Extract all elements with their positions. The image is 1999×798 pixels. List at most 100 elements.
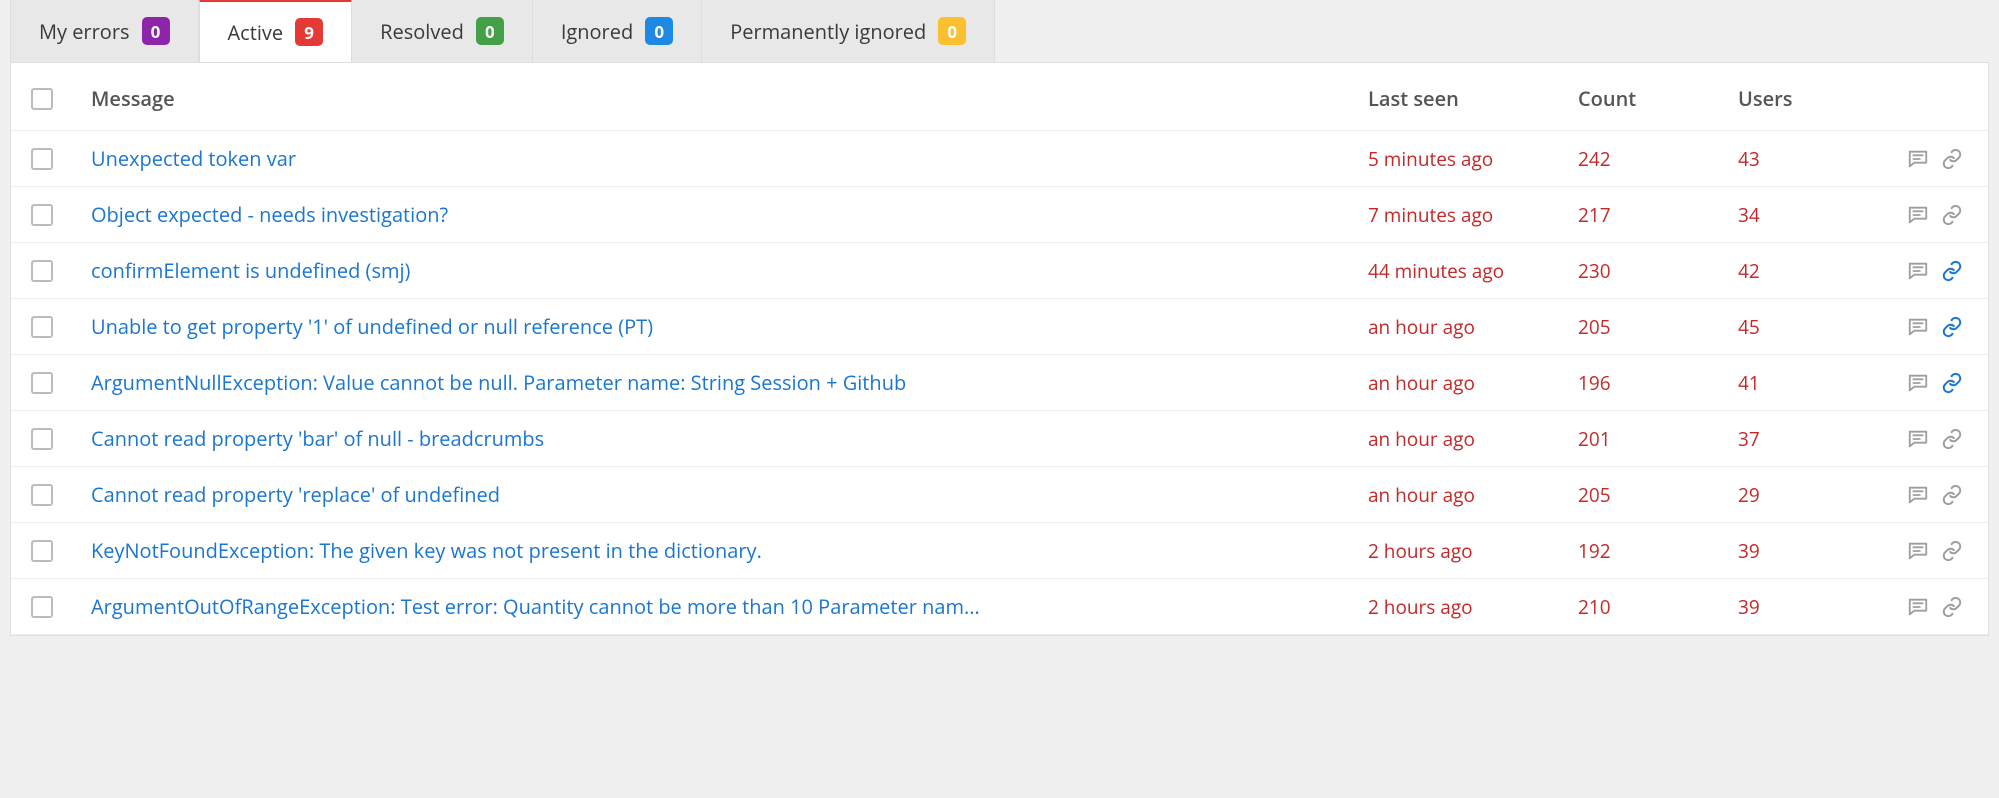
permalink-icon[interactable] xyxy=(1940,371,1964,395)
comment-icon[interactable] xyxy=(1906,595,1930,619)
tab-active[interactable]: Active9 xyxy=(199,0,353,62)
permalink-icon[interactable] xyxy=(1940,595,1964,619)
error-message-cell: ArgumentOutOfRangeException: Test error:… xyxy=(91,593,1368,620)
tab-label: Ignored xyxy=(561,18,633,45)
users-cell: 29 xyxy=(1738,482,1878,508)
error-message-cell: ArgumentNullException: Value cannot be n… xyxy=(91,369,1368,396)
permalink-icon[interactable] xyxy=(1940,315,1964,339)
row-checkbox[interactable] xyxy=(31,596,53,618)
users-cell: 45 xyxy=(1738,314,1878,340)
col-last-seen: Last seen xyxy=(1368,85,1578,112)
tab-my-errors[interactable]: My errors 0 xyxy=(10,0,199,62)
row-actions xyxy=(1878,595,1978,619)
tab-label: My errors xyxy=(39,18,130,45)
comment-icon[interactable] xyxy=(1906,539,1930,563)
comment-icon[interactable] xyxy=(1906,371,1930,395)
col-message: Message xyxy=(91,85,1368,112)
row-checkbox[interactable] xyxy=(31,316,53,338)
error-message-cell: KeyNotFoundException: The given key was … xyxy=(91,537,1368,564)
users-cell: 43 xyxy=(1738,146,1878,172)
error-message-cell: confirmElement is undefined (smj) xyxy=(91,257,1368,284)
tab-label: Resolved xyxy=(380,18,464,45)
row-checkbox[interactable] xyxy=(31,540,53,562)
count-cell: 230 xyxy=(1578,258,1738,284)
tab-ignored[interactable]: Ignored 0 xyxy=(533,0,702,62)
users-cell: 42 xyxy=(1738,258,1878,284)
permalink-icon[interactable] xyxy=(1940,539,1964,563)
tab-resolved[interactable]: Resolved 0 xyxy=(352,0,533,62)
tab-label: Permanently ignored xyxy=(730,18,926,45)
row-actions xyxy=(1878,483,1978,507)
count-cell: 205 xyxy=(1578,314,1738,340)
error-link[interactable]: Unable to get property '1' of undefined … xyxy=(91,313,653,340)
row-checkbox[interactable] xyxy=(31,372,53,394)
count-cell: 205 xyxy=(1578,482,1738,508)
users-cell: 39 xyxy=(1738,538,1878,564)
comment-icon[interactable] xyxy=(1906,147,1930,171)
table-row: Cannot read property 'replace' of undefi… xyxy=(11,467,1988,523)
row-actions xyxy=(1878,315,1978,339)
tab-count-badge: 0 xyxy=(142,17,170,45)
error-message-cell: Cannot read property 'replace' of undefi… xyxy=(91,481,1368,508)
permalink-icon[interactable] xyxy=(1940,483,1964,507)
permalink-icon[interactable] xyxy=(1940,203,1964,227)
error-link[interactable]: ArgumentOutOfRangeException: Test error:… xyxy=(91,593,980,620)
last-seen-cell: an hour ago xyxy=(1368,426,1578,452)
tab-permanently-ignored[interactable]: Permanently ignored 0 xyxy=(702,0,995,62)
error-link[interactable]: KeyNotFoundException: The given key was … xyxy=(91,537,762,564)
last-seen-cell: 2 hours ago xyxy=(1368,594,1578,620)
error-message-cell: Cannot read property 'bar' of null - bre… xyxy=(91,425,1368,452)
row-checkbox[interactable] xyxy=(31,484,53,506)
tab-count-badge: 0 xyxy=(476,17,504,45)
last-seen-cell: an hour ago xyxy=(1368,482,1578,508)
comment-icon[interactable] xyxy=(1906,483,1930,507)
table-row: confirmElement is undefined (smj) 44 minu… xyxy=(11,243,1988,299)
error-link[interactable]: confirmElement is undefined (smj) xyxy=(91,257,410,284)
count-cell: 217 xyxy=(1578,202,1738,228)
tab-count-badge: 0 xyxy=(645,17,673,45)
table-row: Unexpected token var5 minutes ago24243 xyxy=(11,131,1988,187)
last-seen-cell: 2 hours ago xyxy=(1368,538,1578,564)
error-link[interactable]: Cannot read property 'replace' of undefi… xyxy=(91,481,500,508)
error-message-cell: Unable to get property '1' of undefined … xyxy=(91,313,1368,340)
row-checkbox[interactable] xyxy=(31,204,53,226)
count-cell: 192 xyxy=(1578,538,1738,564)
count-cell: 210 xyxy=(1578,594,1738,620)
error-link[interactable]: ArgumentNullException: Value cannot be n… xyxy=(91,369,906,396)
row-checkbox[interactable] xyxy=(31,148,53,170)
select-all-checkbox[interactable] xyxy=(31,88,53,110)
table-row: ArgumentOutOfRangeException: Test error:… xyxy=(11,579,1988,635)
last-seen-cell: 5 minutes ago xyxy=(1368,146,1578,172)
row-checkbox[interactable] xyxy=(31,428,53,450)
users-cell: 34 xyxy=(1738,202,1878,228)
comment-icon[interactable] xyxy=(1906,259,1930,283)
col-users: Users xyxy=(1738,85,1878,112)
comment-icon[interactable] xyxy=(1906,427,1930,451)
row-actions xyxy=(1878,147,1978,171)
permalink-icon[interactable] xyxy=(1940,147,1964,171)
comment-icon[interactable] xyxy=(1906,315,1930,339)
count-cell: 196 xyxy=(1578,370,1738,396)
permalink-icon[interactable] xyxy=(1940,427,1964,451)
count-cell: 201 xyxy=(1578,426,1738,452)
row-actions xyxy=(1878,371,1978,395)
last-seen-cell: 44 minutes ago xyxy=(1368,258,1578,284)
error-message-cell: Unexpected token var xyxy=(91,145,1368,172)
comment-icon[interactable] xyxy=(1906,203,1930,227)
error-link[interactable]: Unexpected token var xyxy=(91,145,296,172)
table-row: Unable to get property '1' of undefined … xyxy=(11,299,1988,355)
row-actions xyxy=(1878,203,1978,227)
col-count: Count xyxy=(1578,85,1738,112)
error-link[interactable]: Cannot read property 'bar' of null - bre… xyxy=(91,425,544,452)
last-seen-cell: an hour ago xyxy=(1368,370,1578,396)
tab-count-badge: 0 xyxy=(938,17,966,45)
users-cell: 37 xyxy=(1738,426,1878,452)
table-header: Message Last seen Count Users xyxy=(11,63,1988,131)
last-seen-cell: an hour ago xyxy=(1368,314,1578,340)
permalink-icon[interactable] xyxy=(1940,259,1964,283)
errors-panel: Message Last seen Count Users Unexpected… xyxy=(10,62,1989,636)
row-checkbox[interactable] xyxy=(31,260,53,282)
tab-label: Active xyxy=(228,19,284,46)
error-link[interactable]: Object expected - needs investigation? xyxy=(91,201,448,228)
table-row: Object expected - needs investigation?7 … xyxy=(11,187,1988,243)
